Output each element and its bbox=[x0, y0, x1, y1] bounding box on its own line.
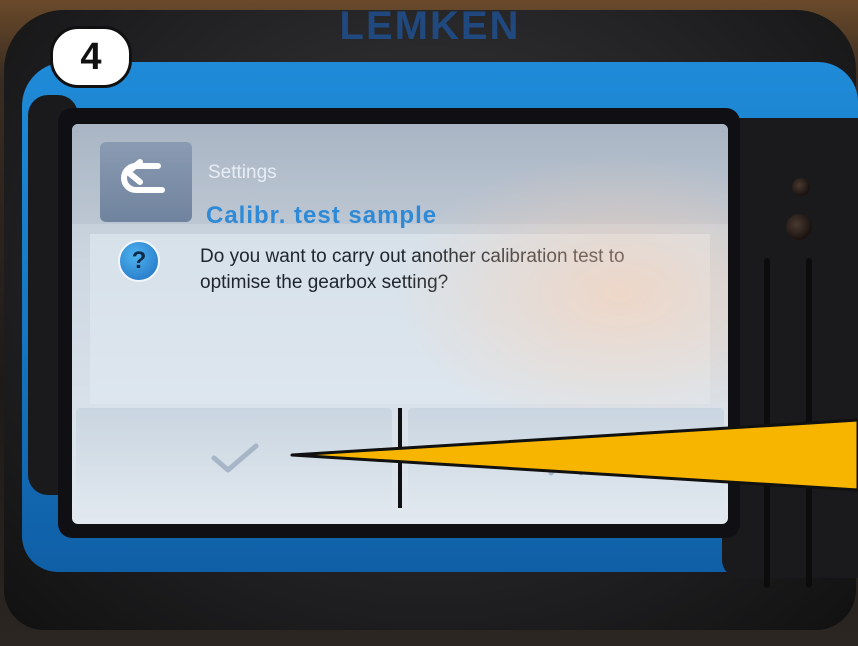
pointer-arrow bbox=[290, 418, 858, 492]
